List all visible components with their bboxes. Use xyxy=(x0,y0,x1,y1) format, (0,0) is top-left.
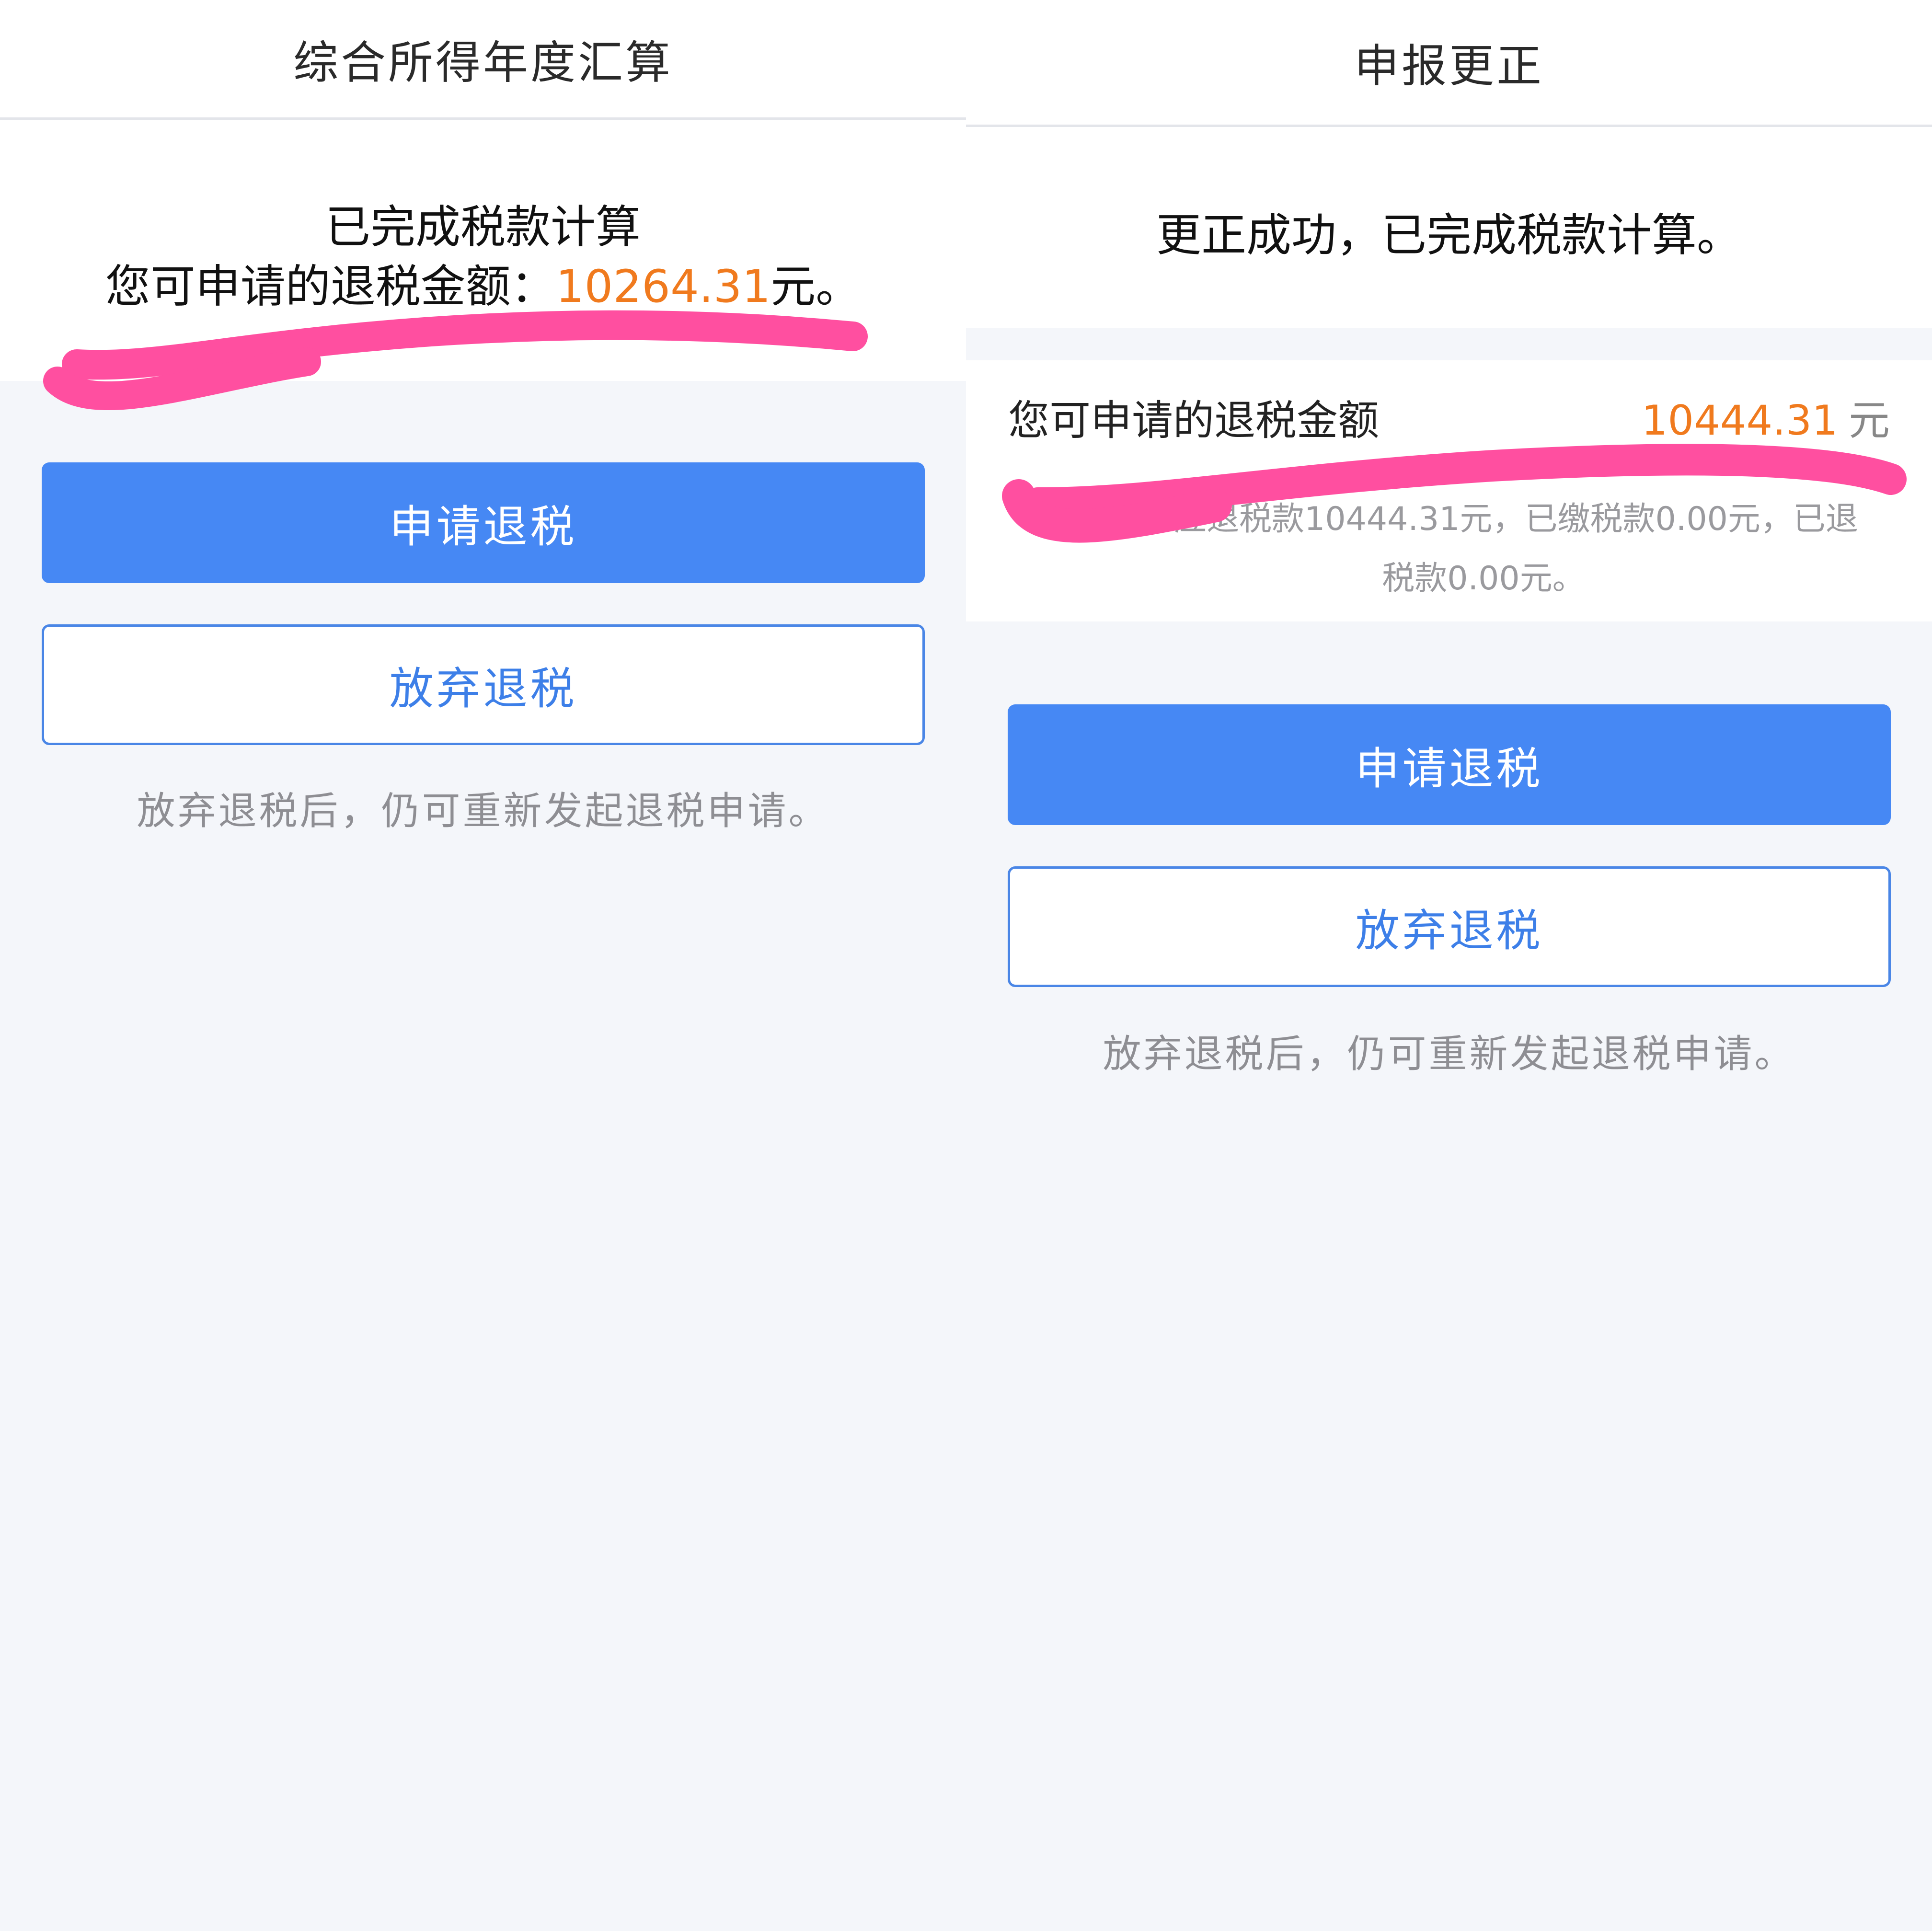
apply-refund-button[interactable]: 申请退税 xyxy=(1008,704,1891,825)
refund-amount: 10264.31 xyxy=(555,261,771,313)
refund-amount: 10444.31 xyxy=(1641,397,1838,445)
abandon-refund-button[interactable]: 放弃退税 xyxy=(42,624,925,745)
correction-screen: 申报更正 更正成功，已完成税款计算。 您可申请的退税金额 10444.31 元 您… xyxy=(966,0,1932,1931)
annual-settlement-screen: 综合所得年度汇算 已完成税款计算 您可申请的退税金额：10264.31元。 申请… xyxy=(0,0,966,1931)
refund-amount-card: 您可申请的退税金额 10444.31 元 您的应退税款10444.31元，已缴税款… xyxy=(966,360,1932,621)
refund-label: 您可申请的退税金额 xyxy=(1008,397,1379,445)
refund-unit: 元 xyxy=(1849,397,1890,445)
refund-label: 您可申请的退税金额： xyxy=(105,261,556,313)
status-card: 更正成功，已完成税款计算。 xyxy=(966,127,1932,328)
abandon-hint: 放弃退税后，仍可重新发起退税申请。 xyxy=(1103,1032,1795,1076)
refund-detail: 您的应退税款10444.31元，已缴税款0.00元，已退 税款0.00元。 xyxy=(1071,490,1896,609)
calculation-done-text: 已完成税款计算 xyxy=(325,201,641,253)
abandon-refund-button[interactable]: 放弃退税 xyxy=(1008,866,1891,987)
refund-value: 10444.31 元 xyxy=(1642,387,1890,447)
abandon-hint: 放弃退税后，仍可重新发起退税申请。 xyxy=(137,789,829,833)
nav-bar: 综合所得年度汇算 xyxy=(0,0,966,120)
refund-detail-line: 您的应退税款10444.31元，已缴税款0.00元，已退 xyxy=(1109,500,1858,538)
correction-success-text: 更正成功，已完成税款计算。 xyxy=(1156,209,1742,262)
result-card: 已完成税款计算 您可申请的退税金额：10264.31元。 xyxy=(0,120,966,381)
page-title: 申报更正 xyxy=(1354,40,1544,92)
refund-amount-line: 您可申请的退税金额：10264.31元。 xyxy=(0,250,966,315)
nav-bar: 申报更正 xyxy=(966,0,1932,127)
apply-refund-button[interactable]: 申请退税 xyxy=(42,462,925,583)
refund-detail-line: 税款0.00元。 xyxy=(1382,560,1585,598)
refund-unit: 元。 xyxy=(770,261,861,313)
page-title: 综合所得年度汇算 xyxy=(293,36,673,89)
